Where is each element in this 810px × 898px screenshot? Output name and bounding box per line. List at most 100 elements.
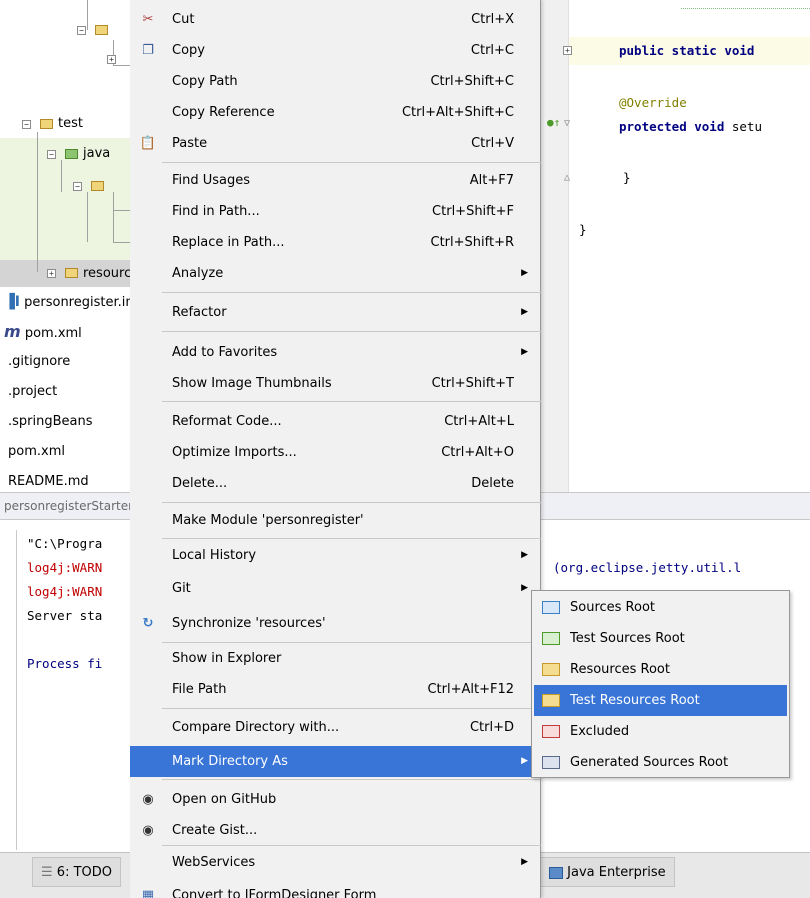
tree-expander[interactable]: + (47, 269, 56, 278)
menu-item-show-image-thumbnails[interactable]: Show Image Thumbnails Ctrl+Shift+T (130, 368, 541, 399)
sync-icon: ↻ (142, 616, 154, 631)
menu-item-webservices[interactable]: WebServices ▶ (130, 847, 541, 878)
project-tree[interactable]: − + − test − java − + resources ▐I perso… (0, 0, 146, 492)
tree-item-readme[interactable]: README.md (8, 472, 89, 492)
mark-directory-submenu: Sources Root Test Sources Root Resources… (531, 590, 790, 778)
menu-item-reformat-code[interactable]: Reformat Code... Ctrl+Alt+L (130, 406, 541, 437)
submenu-item-test-sources-root[interactable]: Test Sources Root (534, 623, 787, 654)
dotted-separator (681, 8, 810, 9)
folder-icon (95, 25, 108, 35)
java-enterprise-tool-button[interactable]: Java Enterprise (540, 857, 675, 887)
menu-item-cut[interactable]: ✂ Cut Ctrl+X (130, 4, 541, 35)
menu-item-analyze[interactable]: Analyze ▶ (130, 258, 541, 289)
excluded-icon (542, 725, 560, 738)
folder-icon (65, 268, 78, 278)
maven-icon: m (4, 322, 21, 341)
test-resources-root-icon (542, 694, 560, 707)
editor-gutter (541, 0, 569, 492)
submenu-item-test-resources-root[interactable]: Test Resources Root (534, 685, 787, 716)
tree-item-pom-root[interactable]: pom.xml (8, 442, 65, 462)
github-icon: ◉ (142, 792, 154, 807)
sources-root-icon (542, 601, 560, 614)
fold-marker-icon[interactable]: ▽ (564, 118, 570, 129)
submenu-arrow-icon: ▶ (521, 857, 528, 867)
menu-item-find-usages[interactable]: Find Usages Alt+F7 (130, 165, 541, 196)
code-line: } (623, 170, 631, 185)
menu-separator (162, 502, 541, 503)
console-line: Server sta (27, 608, 103, 623)
code-line: protected void setu (619, 119, 762, 134)
tree-item-iml[interactable]: ▐I personregister.iml (4, 292, 142, 312)
fold-expander[interactable]: + (563, 46, 572, 55)
tree-expander[interactable]: − (73, 182, 82, 191)
menu-item-synchronize[interactable]: ↻ Synchronize 'resources' (130, 608, 541, 639)
tree-expander[interactable]: − (22, 120, 31, 129)
menu-item-create-gist[interactable]: ◉ Create Gist... (130, 815, 541, 846)
menu-item-refactor[interactable]: Refactor ▶ (130, 297, 541, 328)
submenu-item-excluded[interactable]: Excluded (534, 716, 787, 747)
menu-item-copy-reference[interactable]: Copy Reference Ctrl+Alt+Shift+C (130, 97, 541, 128)
submenu-arrow-icon: ▶ (521, 756, 528, 766)
menu-item-open-on-github[interactable]: ◉ Open on GitHub (130, 784, 541, 815)
test-sources-root-icon (542, 632, 560, 645)
menu-separator (162, 779, 541, 780)
fold-marker-icon[interactable]: △ (564, 172, 570, 183)
menu-separator (162, 538, 541, 539)
todo-tool-button[interactable]: ☰ 6: TODO (32, 857, 121, 887)
menu-item-show-in-explorer[interactable]: Show in Explorer (130, 643, 541, 674)
module-icon: ▐I (4, 294, 20, 310)
test-folder-icon (65, 149, 78, 159)
tree-item-test[interactable]: test (58, 114, 83, 134)
scissors-icon: ✂ (142, 12, 154, 27)
code-editor[interactable]: + ●↑ ▽ △ public static void @Override pr… (541, 0, 810, 492)
folder-icon (40, 119, 53, 129)
package-icon (91, 181, 104, 191)
copy-icon: ❐ (142, 43, 154, 58)
menu-item-compare-directory[interactable]: Compare Directory with... Ctrl+D (130, 712, 541, 743)
menu-separator (162, 162, 541, 163)
override-marker-icon[interactable]: ●↑ (547, 116, 560, 129)
menu-item-optimize-imports[interactable]: Optimize Imports... Ctrl+Alt+O (130, 437, 541, 468)
menu-item-find-in-path[interactable]: Find in Path... Ctrl+Shift+F (130, 196, 541, 227)
submenu-arrow-icon: ▶ (521, 268, 528, 278)
submenu-item-generated-sources-root[interactable]: Generated Sources Root (534, 747, 787, 778)
tree-expander[interactable]: − (47, 150, 56, 159)
menu-item-paste[interactable]: 📋 Paste Ctrl+V (130, 128, 541, 159)
console-line: log4j:WARN (27, 584, 103, 599)
java-enterprise-icon (549, 866, 563, 879)
menu-item-copy[interactable]: ❐ Copy Ctrl+C (130, 35, 541, 66)
tree-item-gitignore[interactable]: .gitignore (8, 352, 70, 372)
tree-item-pom[interactable]: m pom.xml (4, 322, 82, 342)
menu-item-local-history[interactable]: Local History ▶ (130, 540, 541, 571)
console-line: log4j:WARN (27, 560, 103, 575)
tree-item-springbeans[interactable]: .springBeans (8, 412, 93, 432)
menu-item-mark-directory-as[interactable]: Mark Directory As ▶ (130, 746, 541, 777)
menu-item-replace-in-path[interactable]: Replace in Path... Ctrl+Shift+R (130, 227, 541, 258)
menu-item-delete[interactable]: Delete... Delete (130, 468, 541, 499)
tree-expander[interactable]: + (107, 55, 116, 64)
tree-expander[interactable]: − (77, 26, 86, 35)
code-line: } (579, 222, 587, 237)
github-icon: ◉ (142, 823, 154, 838)
menu-separator (162, 401, 541, 402)
code-line: public static void (619, 43, 755, 58)
menu-item-copy-path[interactable]: Copy Path Ctrl+Shift+C (130, 66, 541, 97)
menu-separator (162, 708, 541, 709)
generated-sources-root-icon (542, 756, 560, 769)
tree-item-project[interactable]: .project (8, 382, 57, 402)
submenu-arrow-icon: ▶ (521, 307, 528, 317)
submenu-arrow-icon: ▶ (521, 347, 528, 357)
todo-icon: ☰ (41, 865, 53, 880)
menu-item-add-to-favorites[interactable]: Add to Favorites ▶ (130, 337, 541, 368)
console-line-tail: (org.eclipse.jetty.util.l (553, 560, 742, 575)
menu-item-make-module[interactable]: Make Module 'personregister' (130, 505, 541, 536)
submenu-item-resources-root[interactable]: Resources Root (534, 654, 787, 685)
tree-item-java[interactable]: java (83, 144, 110, 164)
code-line: @Override (619, 95, 687, 110)
menu-item-convert-jformdesigner[interactable]: ▦ Convert to JFormDesigner Form (130, 880, 541, 898)
menu-separator (162, 292, 541, 293)
console-line: Process fi (27, 656, 103, 671)
menu-item-git[interactable]: Git ▶ (130, 573, 541, 604)
submenu-item-sources-root[interactable]: Sources Root (534, 592, 787, 623)
menu-item-file-path[interactable]: File Path Ctrl+Alt+F12 (130, 674, 541, 705)
